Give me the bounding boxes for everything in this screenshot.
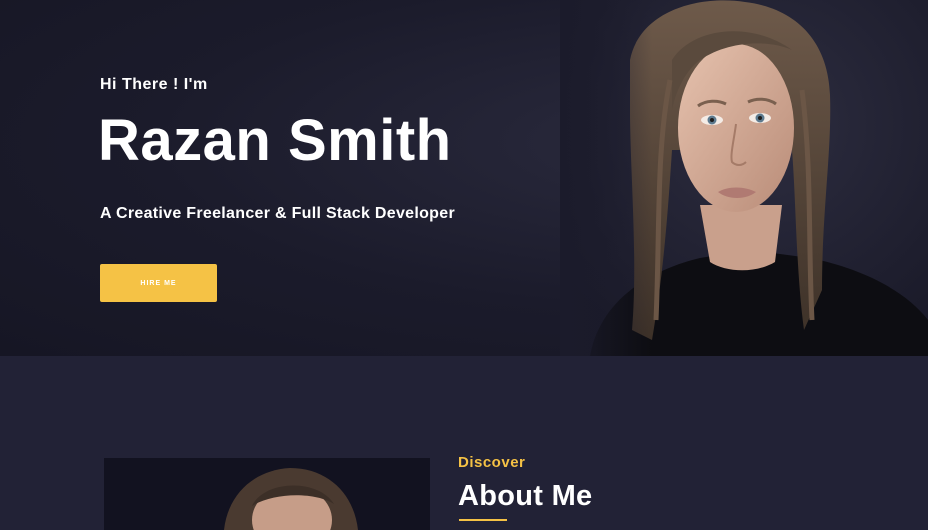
about-eyebrow: Discover xyxy=(458,454,526,471)
hire-me-button[interactable]: HIRE ME xyxy=(100,264,217,302)
hero-section: Hi There ! I'm Razan Smith A Creative Fr… xyxy=(0,0,928,356)
hero-portrait-image xyxy=(560,0,928,356)
hero-greeting: Hi There ! I'm xyxy=(100,76,208,93)
about-section: Discover About Me xyxy=(0,356,928,530)
about-title-underline xyxy=(459,519,507,521)
hero-name-heading: Razan Smith xyxy=(98,108,452,173)
about-portrait-image xyxy=(104,458,430,530)
page: Hi There ! I'm Razan Smith A Creative Fr… xyxy=(0,0,928,530)
about-title-heading: About Me xyxy=(458,480,593,512)
hero-tagline: A Creative Freelancer & Full Stack Devel… xyxy=(100,205,455,222)
